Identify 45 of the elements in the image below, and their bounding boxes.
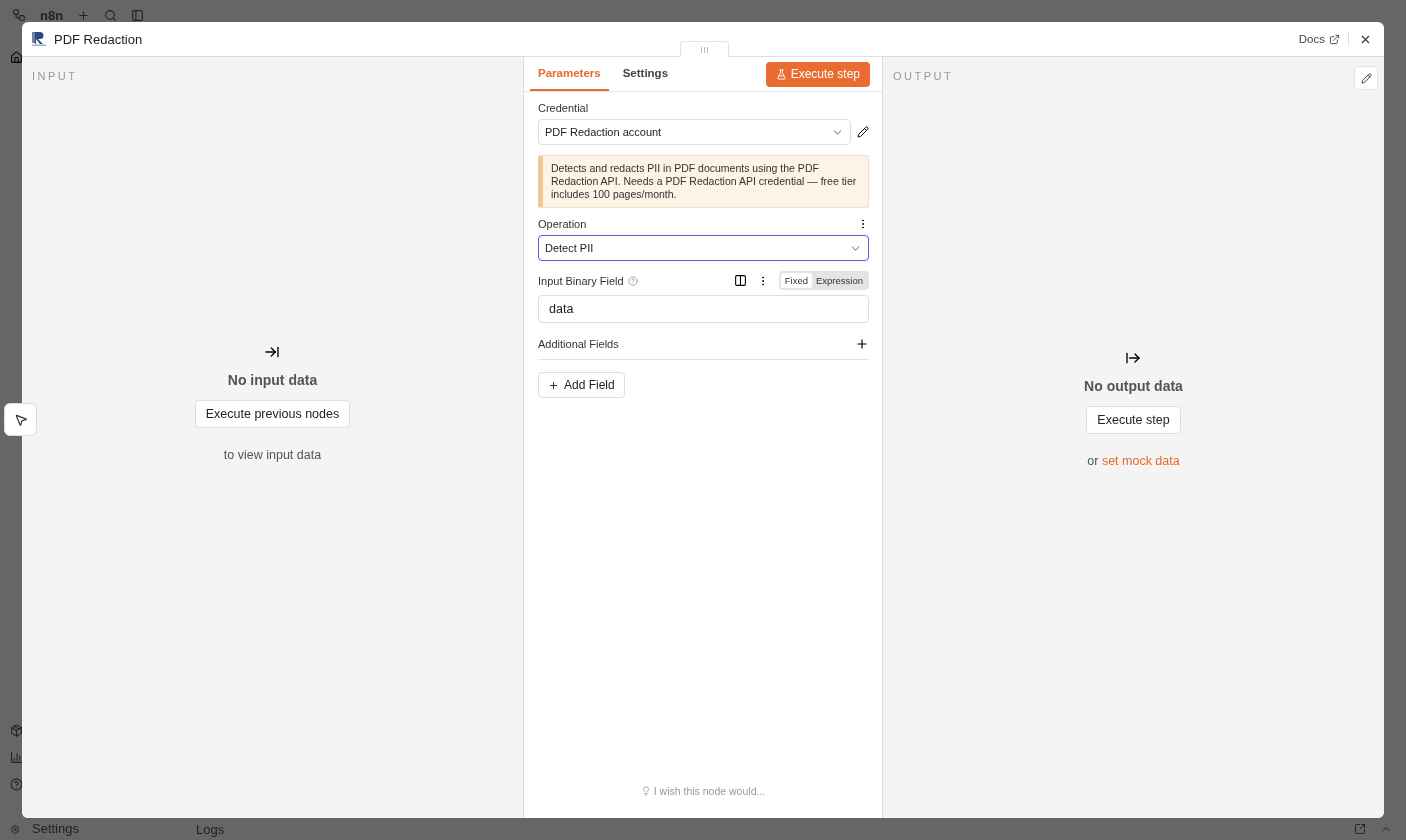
execute-step-button[interactable]: Execute step: [1086, 405, 1181, 434]
text-field[interactable]: data: [538, 295, 869, 323]
mode-option[interactable]: Fixed: [780, 273, 812, 288]
panel-icon[interactable]: [733, 274, 747, 287]
lightbulb-icon: [640, 786, 651, 796]
execute-previous-button[interactable]: Execute previous nodes: [194, 399, 351, 428]
empty-title: No output data: [1084, 377, 1183, 394]
help-icon[interactable]: [10, 778, 23, 791]
assistant-button[interactable]: [4, 403, 37, 436]
hint-text: or set mock data: [1087, 453, 1180, 468]
empty-title: No input data: [227, 371, 318, 388]
field-label: Input Binary Field: [538, 274, 624, 287]
hint-text: to view input data: [223, 447, 322, 462]
search-icon[interactable]: [104, 8, 118, 22]
panel-tab[interactable]: Settings: [614, 57, 677, 91]
pointer-icon: [13, 412, 28, 427]
home-icon[interactable]: [10, 51, 23, 64]
edit-button[interactable]: [1354, 66, 1378, 90]
flask-icon: [775, 68, 787, 80]
select-field[interactable]: Detect PII: [538, 235, 869, 261]
add-icon[interactable]: [77, 8, 91, 22]
external-link-icon: [1329, 33, 1340, 45]
modal-title: PDF Redaction: [54, 31, 144, 47]
box-icon[interactable]: [10, 724, 23, 737]
brand-name: n8n: [40, 7, 64, 23]
sidebar-icon[interactable]: [131, 8, 145, 22]
select-field[interactable]: PDF Redaction account: [538, 119, 851, 145]
docs-link[interactable]: Docs: [1298, 33, 1349, 45]
edit-icon[interactable]: [857, 126, 869, 138]
field-label: Operation: [538, 218, 587, 230]
field-label: Additional Fields: [538, 338, 619, 350]
notice-text: Detects and redacts PII in PDF documents using the PDF Redaction API. Needs a PDF Redaction API credential — free tier includes 100 pages/month.: [538, 155, 869, 208]
logo-icon: [12, 8, 26, 22]
drag-handle[interactable]: [680, 41, 729, 57]
plus-icon: [548, 379, 559, 391]
add-icon[interactable]: [855, 337, 869, 351]
pencil-icon: [1360, 72, 1372, 84]
add-field-button[interactable]: Add Field: [538, 372, 625, 398]
panel-heading: OUTPUT: [893, 70, 954, 82]
mode-option[interactable]: Expression: [812, 273, 867, 288]
node-logo-icon: [32, 31, 46, 47]
chart-icon[interactable]: [10, 751, 23, 764]
popout-icon[interactable]: [1354, 823, 1366, 835]
field-label: Credential: [538, 102, 589, 114]
panel-heading: INPUT: [32, 70, 78, 82]
